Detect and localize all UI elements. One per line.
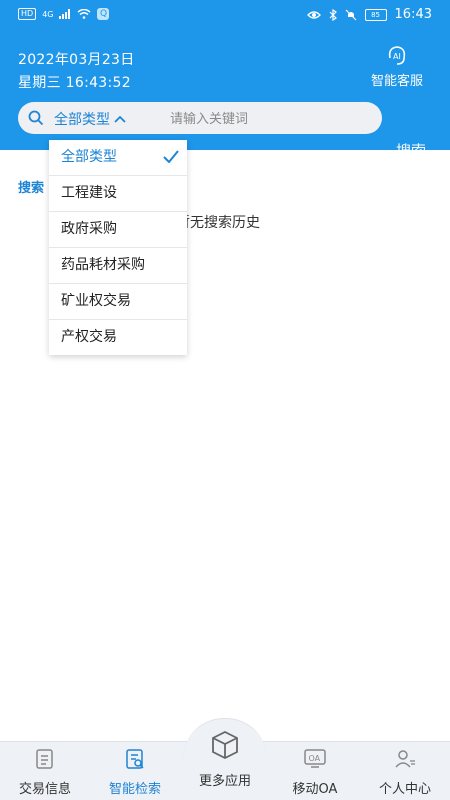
ai-service-button[interactable]: AI 智能客服 [362, 44, 432, 89]
dropdown-item-medical-procurement[interactable]: 药品耗材采购 [49, 248, 187, 284]
check-icon [163, 150, 179, 163]
nav-item-smart-search[interactable]: 智能检索 [90, 748, 180, 797]
search-history-title: 搜索 [18, 181, 45, 196]
current-date: 2022年03月23日 [18, 52, 135, 68]
search-doc-icon [126, 749, 144, 769]
bottom-nav: 交易信息 智能检索 更多应用 OA 移动OA 个人中心 [0, 718, 450, 800]
nav-item-more-apps[interactable]: 更多应用 [180, 728, 270, 789]
dropdown-item-label: 产权交易 [61, 329, 117, 345]
type-select[interactable]: 全部类型 [54, 109, 126, 129]
nav-item-trade-info[interactable]: 交易信息 [0, 748, 90, 797]
dropdown-item-label: 政府采购 [61, 221, 117, 237]
hd-badge: HD [18, 8, 37, 20]
signal-label: 4G [42, 9, 54, 19]
svg-text:OA: OA [309, 754, 321, 763]
user-icon [395, 750, 415, 768]
status-left: HD 4G Q [18, 8, 110, 20]
dropdown-item-label: 药品耗材采购 [61, 257, 145, 273]
bluetooth-icon [329, 8, 337, 21]
nav-label: 智能检索 [108, 782, 161, 797]
search-icon [28, 110, 44, 126]
search-button[interactable]: 搜索 [396, 140, 426, 161]
wifi-icon [78, 9, 91, 19]
cube-icon [212, 730, 238, 760]
nav-item-mobile-oa[interactable]: OA 移动OA [270, 748, 360, 797]
status-right: 85 16:43 [306, 7, 432, 22]
ai-assistant-icon: AI [388, 46, 406, 65]
app-notification-icon: Q [97, 8, 110, 20]
dropdown-item-label: 工程建设 [61, 185, 117, 201]
empty-history-text: 暂无搜索历史 [176, 215, 260, 231]
battery-icon: 85 [364, 8, 387, 21]
status-bar: HD 4G Q 85 16:43 [0, 0, 450, 30]
nav-item-personal-center[interactable]: 个人中心 [360, 748, 450, 797]
status-time: 16:43 [394, 7, 432, 22]
oa-icon: OA [304, 749, 326, 768]
nav-label: 移动OA [292, 782, 338, 797]
dropdown-item-label: 全部类型 [61, 149, 117, 165]
current-weekday-time: 星期三 16:43:52 [18, 75, 131, 91]
dropdown-item-gov-procurement[interactable]: 政府采购 [49, 212, 187, 248]
signal-icon [59, 9, 71, 19]
search-bar: 全部类型 [18, 102, 382, 134]
dropdown-item-mining-rights[interactable]: 矿业权交易 [49, 284, 187, 320]
search-input[interactable] [168, 107, 372, 131]
chevron-up-icon [114, 115, 126, 123]
document-icon [36, 749, 53, 769]
svg-text:AI: AI [393, 52, 401, 61]
eye-icon [306, 10, 321, 19]
dropdown-item-label: 矿业权交易 [61, 293, 131, 309]
dropdown-item-all[interactable]: 全部类型 [49, 140, 187, 176]
type-select-value: 全部类型 [54, 112, 110, 128]
mute-bell-icon [345, 9, 356, 20]
nav-label: 个人中心 [378, 782, 431, 797]
ai-service-label: 智能客服 [370, 74, 423, 89]
nav-label: 交易信息 [18, 782, 71, 797]
dropdown-item-engineering[interactable]: 工程建设 [49, 176, 187, 212]
nav-label: 更多应用 [198, 774, 251, 789]
type-dropdown: 全部类型 工程建设 政府采购 药品耗材采购 矿业权交易 产权交易 [49, 140, 187, 355]
header: 2022年03月23日 星期三 16:43:52 AI 智能客服 全部类型 搜索 [0, 30, 450, 160]
dropdown-item-property-rights[interactable]: 产权交易 [49, 320, 187, 355]
